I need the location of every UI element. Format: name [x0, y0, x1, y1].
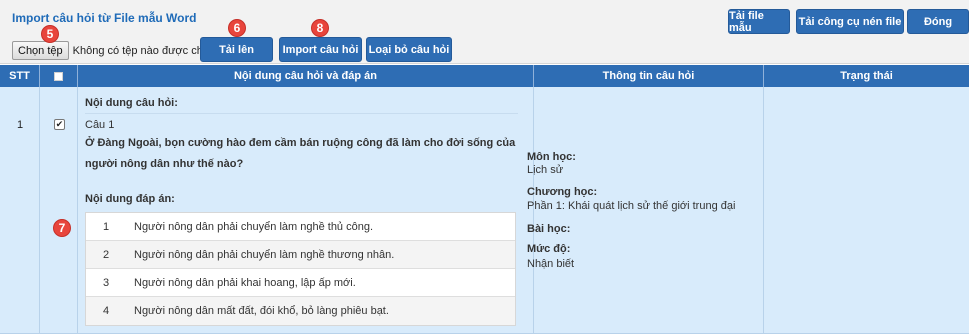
header-info: Thông tin câu hỏi [534, 65, 764, 87]
file-status-text: Không có tệp nào được chọn [72, 44, 216, 57]
download-template-button[interactable]: Tải file mẫu [728, 9, 790, 34]
header-content: Nội dung câu hỏi và đáp án [78, 65, 534, 87]
chapter-value: Phần 1: Khái quát lịch sử thế giới trung… [527, 200, 736, 212]
status-cell [764, 87, 969, 334]
header-stt: STT [0, 65, 40, 87]
answer-content-label: Nội dung đáp án: [85, 193, 175, 205]
step-marker-5: 5 [41, 25, 59, 43]
panel-title: Import câu hỏi từ File mẫu Word [12, 11, 197, 25]
answer-row: 4 Người nông dân mất đất, đói khổ, bỏ là… [86, 297, 515, 325]
answer-text: Người nông dân phải khai hoang, lập ấp m… [134, 277, 356, 289]
answer-number: 1 [102, 221, 110, 233]
question-content-label: Nội dung câu hỏi: [85, 97, 178, 109]
step-marker-8: 8 [311, 19, 329, 37]
level-value: Nhận biết [527, 258, 575, 270]
level-label: Mức độ: [527, 243, 571, 255]
question-text: Ở Đàng Ngoài, bọn cường hào đem cầm bán … [85, 137, 516, 170]
upload-button[interactable]: Tải lên [200, 37, 273, 62]
download-compression-tool-button[interactable]: Tải công cụ nén file [796, 9, 904, 34]
import-questions-button[interactable]: Import câu hỏi [279, 37, 362, 62]
chapter-label: Chương học: [527, 186, 598, 198]
step-marker-7: 7 [53, 219, 71, 237]
choose-file-button[interactable]: Chọn tệp [12, 41, 69, 60]
close-button[interactable]: Đóng [907, 9, 969, 34]
step-marker-6: 6 [228, 19, 246, 37]
answer-number: 4 [102, 305, 110, 317]
subject-value: Lịch sử [527, 164, 564, 176]
answer-number: 3 [102, 277, 110, 289]
header-status: Trạng thái [840, 70, 893, 82]
answer-text: Người nông dân mất đất, đói khổ, bỏ làng… [134, 305, 389, 317]
table-header: STT Nội dung câu hỏi và đáp án Thông tin… [0, 65, 969, 87]
answer-row: 2 Người nông dân phải chuyển làm nghề th… [86, 241, 515, 269]
answer-text: Người nông dân phải chuyển làm nghề thươ… [134, 249, 395, 261]
question-number: Câu 1 [85, 119, 115, 131]
answer-number: 2 [102, 249, 110, 261]
header-select-all[interactable] [40, 65, 78, 87]
subject-label: Môn học: [527, 151, 576, 163]
select-all-checkbox[interactable] [54, 71, 63, 81]
row-select-checkbox[interactable]: ✔ [54, 119, 65, 130]
row-stt: 1 [17, 119, 24, 131]
file-chooser: Chọn tệp Không có tệp nào được chọn [12, 41, 215, 60]
divider [85, 113, 518, 114]
remove-questions-button[interactable]: Loại bỏ câu hỏi [366, 37, 452, 62]
lesson-label: Bài học: [527, 223, 571, 235]
answer-list: 1 Người nông dân phải chuyển làm nghề th… [85, 212, 516, 326]
answer-row: 3 Người nông dân phải khai hoang, lập ấp… [86, 269, 515, 297]
answer-row: 1 Người nông dân phải chuyển làm nghề th… [86, 213, 515, 241]
answer-text: Người nông dân phải chuyển làm nghề thủ … [134, 221, 374, 233]
